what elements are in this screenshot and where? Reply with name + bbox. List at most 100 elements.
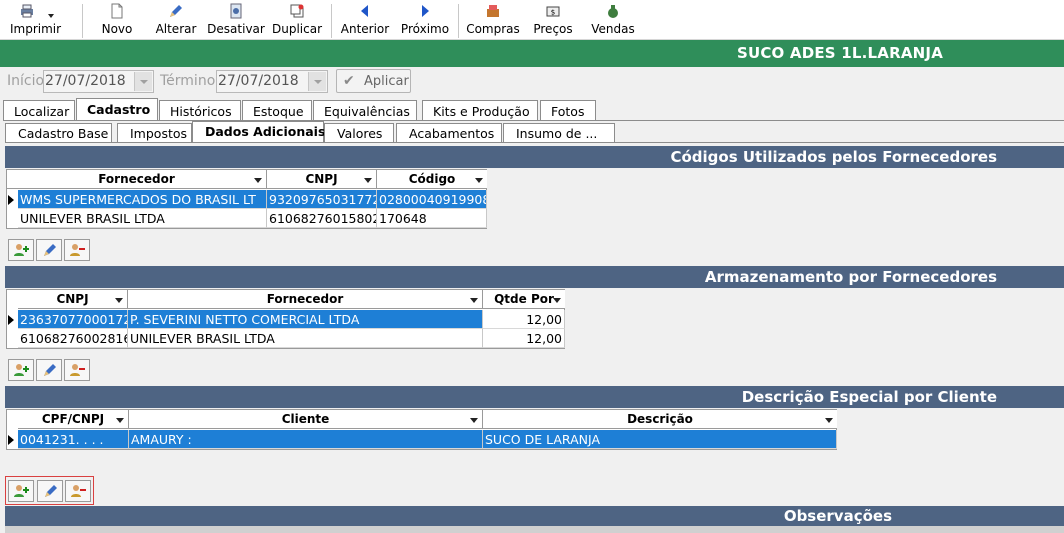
tab-localizar[interactable]: Localizar: [3, 100, 75, 120]
storage-grid: CNPJ Fornecedor Qtde Por 23637077000172 …: [6, 289, 565, 349]
deactivate-button[interactable]: Desativar: [207, 0, 265, 40]
tab-label: Kits e Produção: [433, 104, 530, 119]
table-cell[interactable]: UNILEVER BRASIL LTDA: [18, 209, 267, 228]
tab-label: Equivalências: [324, 104, 410, 119]
table-cell[interactable]: 0041231. . . .: [18, 430, 129, 449]
chevron-down-icon[interactable]: [134, 72, 152, 91]
apply-button[interactable]: ✔ Aplicar: [336, 69, 411, 93]
duplicate-button[interactable]: Duplicar: [271, 0, 323, 40]
column-label: Cliente: [281, 412, 330, 426]
tab-kits-producao[interactable]: Kits e Produção: [422, 100, 538, 120]
subtab-valores[interactable]: Valores: [324, 123, 394, 142]
previous-button[interactable]: Anterior: [339, 0, 391, 40]
column-header-cliente[interactable]: Cliente: [129, 410, 483, 429]
column-label: Código: [408, 172, 456, 186]
table-cell[interactable]: WMS SUPERMERCADOS DO BRASIL LT: [18, 190, 267, 209]
chevron-down-icon[interactable]: [364, 178, 372, 183]
tab-equivalencias[interactable]: Equivalências: [313, 100, 417, 120]
edit-item-button[interactable]: [36, 359, 62, 381]
chevron-down-icon[interactable]: [825, 418, 833, 423]
table-cell[interactable]: 12,00: [483, 310, 565, 329]
start-date-value: 27/07/2018: [45, 73, 126, 89]
subtab-cadastro-base[interactable]: Cadastro Base: [5, 123, 112, 142]
chevron-down-icon[interactable]: [470, 298, 478, 303]
subtab-acabamentos[interactable]: Acabamentos: [396, 123, 502, 142]
column-header-cpf-cnpj[interactable]: CPF/CNPJ: [18, 410, 129, 429]
table-cell[interactable]: 61068276002816: [18, 329, 128, 348]
subtab-label: Cadastro Base: [18, 126, 109, 141]
duplicate-icon: [290, 4, 304, 18]
add-button[interactable]: [8, 359, 34, 381]
chevron-down-icon[interactable]: [48, 14, 54, 18]
print-label: Imprimir: [10, 22, 62, 36]
table-cell[interactable]: P. SEVERINI NETTO COMERCIAL LTDA: [128, 310, 483, 329]
sales-button[interactable]: Vendas: [589, 0, 637, 40]
notes-area[interactable]: [5, 526, 1064, 533]
subtab-label: Impostos: [130, 126, 188, 141]
column-header-descricao[interactable]: Descrição: [483, 410, 837, 429]
subtab-label: Dados Adicionais: [205, 124, 326, 139]
deactivate-icon: [230, 3, 242, 19]
section-header-codes: Códigos Utilizados pelos Fornecedores: [5, 146, 1064, 168]
next-label: Próximo: [400, 22, 450, 36]
table-cell[interactable]: 61068276015802: [267, 209, 377, 228]
subtab-dados-adicionais[interactable]: Dados Adicionais: [192, 121, 326, 143]
table-cell[interactable]: 12,00: [483, 329, 565, 348]
end-date-field[interactable]: 27/07/2018: [216, 70, 328, 93]
remove-button[interactable]: [64, 239, 90, 261]
new-button[interactable]: Novo: [95, 0, 139, 40]
table-cell[interactable]: 170648: [377, 209, 487, 228]
table-cell[interactable]: SUCO DE LARANJA: [483, 430, 837, 449]
tab-fotos[interactable]: Fotos: [540, 100, 596, 120]
chevron-down-icon[interactable]: [553, 298, 561, 303]
section-title: Códigos Utilizados pelos Fornecedores: [670, 148, 997, 166]
tab-historicos[interactable]: Históricos: [159, 100, 241, 120]
edit-button[interactable]: Alterar: [153, 0, 199, 40]
table-cell[interactable]: 93209765031772: [267, 190, 377, 209]
edit-item-button[interactable]: [36, 239, 62, 261]
table-cell[interactable]: 02800040919908: [377, 190, 487, 209]
start-date-field[interactable]: 27/07/2018: [43, 70, 154, 93]
edit-item-button[interactable]: [37, 480, 63, 502]
tab-cadastro[interactable]: Cadastro: [76, 98, 158, 120]
new-document-icon: [111, 3, 123, 19]
next-button[interactable]: Próximo: [399, 0, 451, 40]
toolbar: Imprimir Novo Alterar Desativar Duplicar…: [0, 0, 1064, 40]
purchases-button[interactable]: Compras: [465, 0, 521, 40]
add-button[interactable]: [8, 239, 34, 261]
apply-label: Aplicar: [364, 74, 409, 89]
chevron-down-icon[interactable]: [308, 72, 326, 91]
pen-icon: [170, 5, 182, 17]
column-header-fornecedor[interactable]: Fornecedor: [128, 290, 483, 309]
special-grid: CPF/CNPJ Cliente Descrição 0041231. . . …: [6, 409, 837, 450]
subtab-impostos[interactable]: Impostos: [117, 123, 192, 142]
column-header-codigo[interactable]: Código: [377, 170, 487, 189]
print-button[interactable]: Imprimir: [4, 0, 62, 40]
prices-button[interactable]: $ Preços: [530, 0, 576, 40]
remove-button[interactable]: [64, 359, 90, 381]
add-button[interactable]: [8, 480, 34, 502]
column-header-fornecedor[interactable]: Fornecedor: [7, 170, 267, 189]
chevron-down-icon[interactable]: [254, 178, 262, 183]
tab-label: Localizar: [14, 104, 70, 119]
sales-icon: [608, 5, 618, 18]
user-remove-icon: [71, 485, 86, 497]
table-cell[interactable]: AMAURY :: [129, 430, 483, 449]
column-header-cnpj[interactable]: CNPJ: [18, 290, 128, 309]
tab-estoque[interactable]: Estoque: [242, 100, 312, 120]
chevron-down-icon[interactable]: [475, 178, 483, 183]
purchases-icon: [487, 5, 499, 17]
column-header-qtde-por[interactable]: Qtde Por: [483, 290, 565, 309]
column-label: CPF/CNPJ: [41, 412, 105, 426]
chevron-down-icon[interactable]: [470, 418, 478, 423]
arrow-right-icon: [422, 5, 429, 17]
remove-button[interactable]: [65, 480, 91, 502]
printer-icon: [21, 4, 33, 18]
column-header-cnpj[interactable]: CNPJ: [267, 170, 377, 189]
sales-label: Vendas: [591, 22, 635, 36]
subtab-insumo[interactable]: Insumo de ...: [503, 123, 615, 142]
table-cell[interactable]: UNILEVER BRASIL LTDA: [128, 329, 483, 348]
chevron-down-icon[interactable]: [115, 298, 123, 303]
chevron-down-icon[interactable]: [116, 418, 124, 423]
table-cell[interactable]: 23637077000172: [18, 310, 128, 329]
